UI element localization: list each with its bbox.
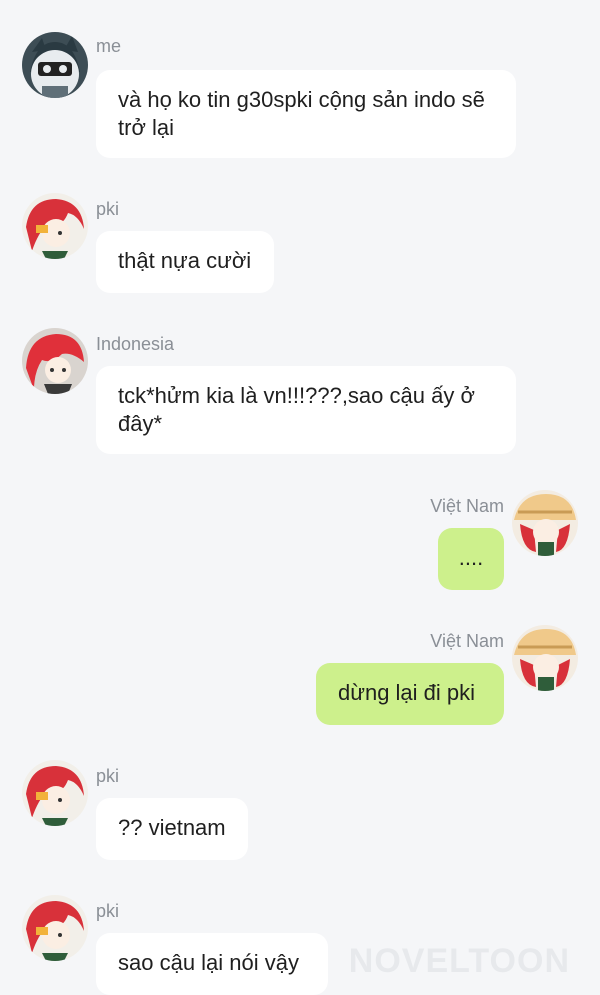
message-bubble[interactable]: thật nựa cười <box>96 231 274 293</box>
noveltoon-watermark: NOVELTOON <box>348 942 570 980</box>
red-hair-avatar-icon[interactable] <box>22 760 88 826</box>
sender-name: me <box>96 36 122 56</box>
message-bubble[interactable]: dừng lại đi pki <box>316 663 504 725</box>
straw-hat-avatar-icon[interactable] <box>512 490 578 556</box>
sender-name: Việt Nam <box>430 631 504 651</box>
red-hair-avatar-icon[interactable] <box>22 895 88 961</box>
message-bubble[interactable]: và họ ko tin g30spki cộng sản indo sẽ tr… <box>96 70 516 158</box>
sender-name: pki <box>96 766 120 786</box>
sender-name: pki <box>96 199 120 219</box>
sender-name: pki <box>96 901 120 921</box>
red-hair-avatar-icon[interactable] <box>22 193 88 259</box>
sender-name: Indonesia <box>96 334 175 354</box>
red-hair-avatar-icon[interactable] <box>22 328 88 394</box>
straw-hat-avatar-icon[interactable] <box>512 625 578 691</box>
message-bubble[interactable]: tck*hửm kia là vn!!!???,sao cậu ấy ở đây… <box>96 366 516 454</box>
sender-name: Việt Nam <box>430 496 504 516</box>
robot-avatar-icon[interactable] <box>22 32 88 98</box>
message-bubble[interactable]: sao cậu lại nói vậy <box>96 933 328 995</box>
message-bubble[interactable]: ?? vietnam <box>96 798 248 860</box>
message-bubble[interactable]: .... <box>438 528 504 590</box>
